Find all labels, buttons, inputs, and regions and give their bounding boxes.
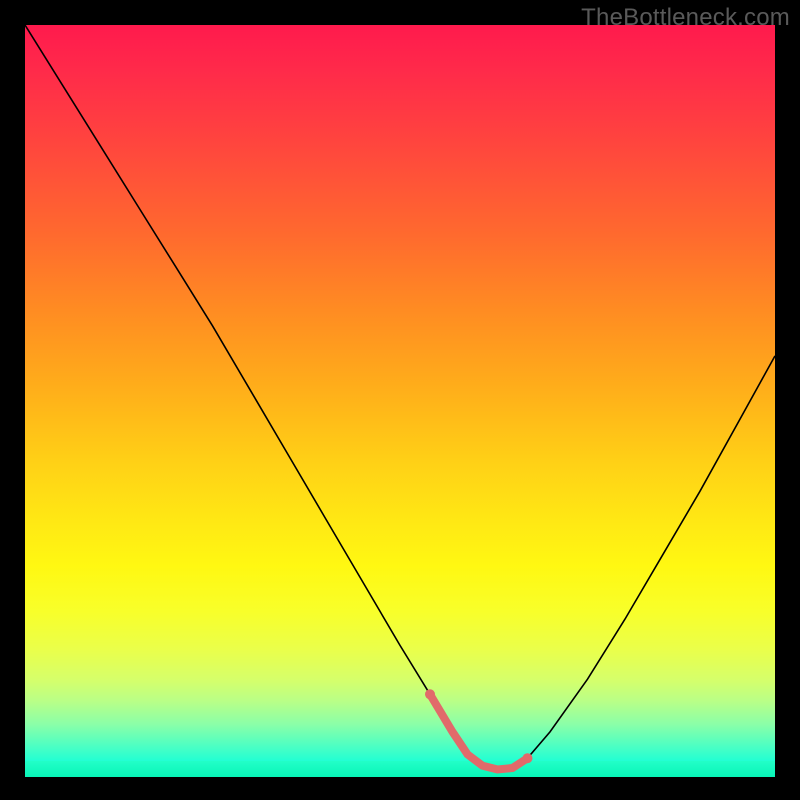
- bottleneck-curve-svg: [25, 25, 775, 777]
- bottleneck-curve-line: [25, 25, 775, 770]
- chart-frame: TheBottleneck.com: [0, 0, 800, 800]
- optimal-range-marker: [430, 694, 528, 769]
- optimal-range-end-dot: [523, 753, 533, 763]
- watermark-text: TheBottleneck.com: [581, 4, 790, 32]
- plot-area: [25, 25, 775, 777]
- optimal-range-start-dot: [425, 689, 435, 699]
